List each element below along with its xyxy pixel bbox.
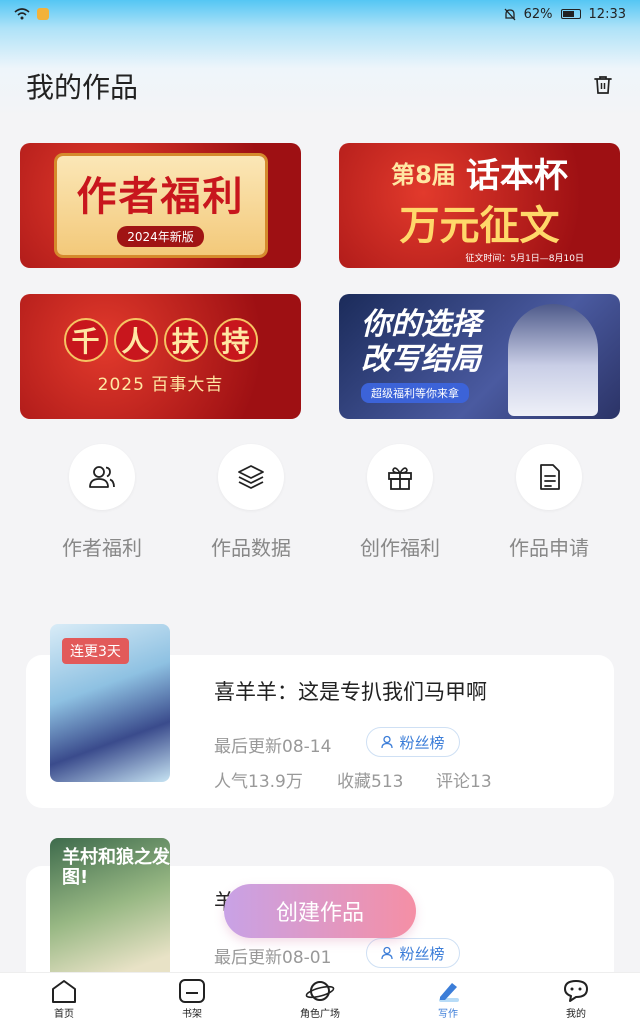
work-cover-image[interactable]: 连更3天 xyxy=(50,624,170,782)
banner-char: 持 xyxy=(213,318,258,362)
tab-label: 角色广场 xyxy=(300,1008,340,1020)
quick-action-author-benefits[interactable]: 作者福利 xyxy=(27,444,177,561)
banner-note: 征文时间：5月1日—8月10日 xyxy=(465,253,584,264)
tab-role-square[interactable]: 角色广场 xyxy=(256,973,384,1024)
banner-title-line1: 你的选择 xyxy=(361,307,481,342)
tab-home[interactable]: 首页 xyxy=(0,973,128,1024)
home-icon xyxy=(52,979,76,1003)
banner-scroll: 作者福利 2024年新版 xyxy=(56,156,265,255)
battery-icon xyxy=(560,9,581,19)
gift-icon xyxy=(388,467,412,490)
tab-label: 写作 xyxy=(438,1008,458,1020)
pen-icon xyxy=(439,982,459,1002)
bottom-tab-bar: 首页 书架 角色广场 写作 我的 xyxy=(0,972,640,1024)
banner-subtitle: 超级福利等你来拿 xyxy=(361,383,469,403)
fans-ranking-button[interactable]: 粉丝榜 xyxy=(366,727,460,757)
banner-char: 人 xyxy=(113,318,158,362)
layers-icon xyxy=(238,465,264,489)
mute-icon xyxy=(504,8,516,20)
last-updated: 最后更新08-14 xyxy=(214,737,332,757)
banner-choice[interactable]: 你的选择 改写结局 超级福利等你来拿 xyxy=(339,294,620,419)
tab-label: 首页 xyxy=(54,1008,74,1020)
banner-character-image xyxy=(508,304,598,416)
tab-label: 书架 xyxy=(182,1008,202,1020)
app-notification-icon xyxy=(37,8,49,20)
bookshelf-icon xyxy=(179,978,205,1003)
quick-action-label: 作者福利 xyxy=(62,536,142,560)
banner-subtitle: 2024年新版 xyxy=(117,226,204,247)
banner-subtitle: 2025 百事大吉 xyxy=(97,375,224,395)
quick-action-label: 创作福利 xyxy=(360,536,440,560)
tab-bookshelf[interactable]: 书架 xyxy=(128,973,256,1024)
trash-icon[interactable] xyxy=(592,74,614,96)
banner-title-line2: 改写结局 xyxy=(361,341,481,377)
create-work-button[interactable]: 创建作品 xyxy=(224,884,416,938)
work-title[interactable]: 喜羊羊：这是专扒我们马甲啊 xyxy=(214,676,487,706)
page-title: 我的作品 xyxy=(26,71,139,104)
fans-ranking-button[interactable]: 粉丝榜 xyxy=(366,938,460,968)
banner-cup-name: 话本杯 xyxy=(465,155,568,196)
quick-action-work-data[interactable]: 作品数据 xyxy=(176,444,326,561)
planet-icon xyxy=(305,980,335,1001)
document-icon xyxy=(540,464,560,490)
users-icon xyxy=(89,466,115,488)
banner-title: 万元征文 xyxy=(399,202,560,249)
fans-ranking-label: 粉丝榜 xyxy=(399,733,445,752)
banner-char: 千 xyxy=(63,318,108,362)
comments-stat: 评论13 xyxy=(436,772,492,792)
battery-percent: 62% xyxy=(523,6,553,22)
wifi-icon xyxy=(14,8,30,20)
user-icon xyxy=(381,735,394,749)
banner-title: 作者福利 xyxy=(76,173,245,220)
tab-mine[interactable]: 我的 xyxy=(512,973,640,1024)
quick-action-label: 作品数据 xyxy=(211,536,291,560)
banner-title: 千 人 扶 持 xyxy=(63,318,258,362)
user-icon xyxy=(381,946,394,960)
update-streak-badge: 连更3天 xyxy=(62,638,129,664)
banner-char: 扶 xyxy=(163,318,208,362)
banner-support[interactable]: 千 人 扶 持 2025 百事大吉 xyxy=(20,294,301,419)
tab-writing[interactable]: 写作 xyxy=(384,973,512,1024)
quick-action-creation-benefits[interactable]: 创作福利 xyxy=(325,444,475,561)
chat-icon xyxy=(564,979,588,1002)
quick-action-work-application[interactable]: 作品申请 xyxy=(474,444,624,561)
last-updated: 最后更新08-01 xyxy=(214,948,332,968)
header: 我的作品 xyxy=(0,28,640,118)
quick-action-label: 作品申请 xyxy=(509,536,589,560)
status-bar: 62% 12:33 xyxy=(0,0,640,28)
tab-label: 我的 xyxy=(566,1008,586,1020)
banner-edition: 第8届 xyxy=(391,160,456,189)
banner-contest[interactable]: 第8届 话本杯 万元征文 征文时间：5月1日—8月10日 xyxy=(339,143,620,268)
fans-ranking-label: 粉丝榜 xyxy=(399,944,445,963)
popularity-stat: 人气13.9万 xyxy=(214,772,303,792)
cover-title: 羊村和狼之发图! xyxy=(62,847,170,888)
banner-author-benefits[interactable]: 作者福利 2024年新版 xyxy=(20,143,301,268)
clock: 12:33 xyxy=(588,6,626,22)
favorites-stat: 收藏513 xyxy=(337,772,404,792)
